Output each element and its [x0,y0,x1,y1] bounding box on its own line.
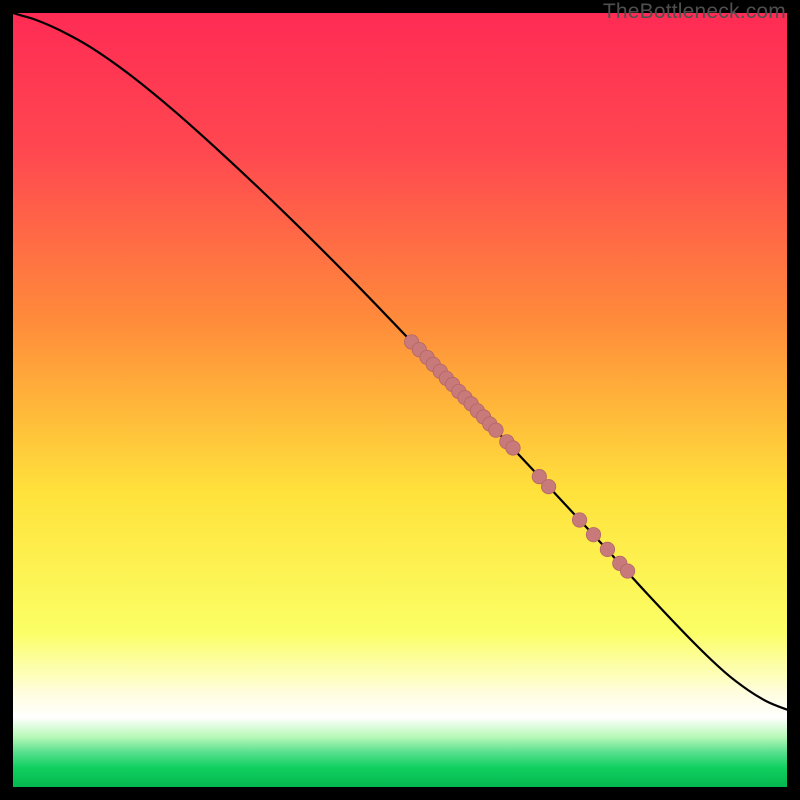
data-point [572,513,586,527]
gradient-background [13,13,787,787]
chart-svg [13,13,787,787]
data-point [586,527,600,541]
watermark-text: TheBottleneck.com [603,0,786,24]
data-point [620,564,634,578]
data-point [489,423,503,437]
data-point [541,479,555,493]
chart-frame [13,13,787,787]
data-point [600,542,614,556]
data-point [506,441,520,455]
chart-canvas [13,13,787,787]
